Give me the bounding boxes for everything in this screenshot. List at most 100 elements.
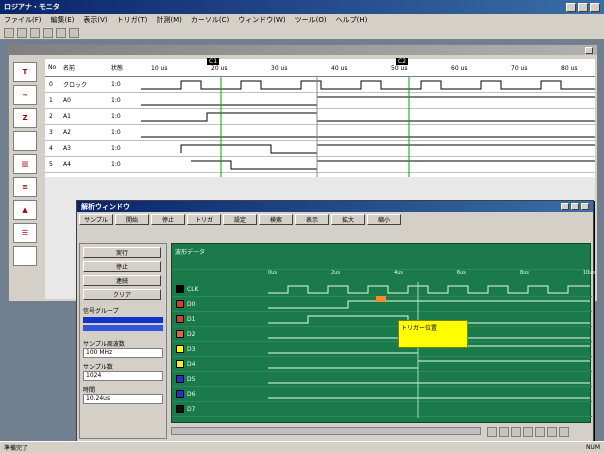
signal-name: D6: [187, 390, 196, 398]
list-icon[interactable]: ☰: [13, 223, 37, 243]
time-label: 時間: [83, 387, 96, 394]
trigger-button[interactable]: トリガ: [187, 214, 221, 225]
channel-no: 0: [49, 81, 53, 88]
zoom-out-icon[interactable]: [547, 427, 557, 437]
start-button[interactable]: 開始: [115, 214, 149, 225]
new-icon[interactable]: [4, 27, 14, 38]
channel-no: 1: [49, 97, 53, 104]
channel-name: A0: [63, 97, 71, 104]
cursor-c1-label[interactable]: C1: [207, 58, 220, 65]
signal-name: D3: [187, 345, 196, 353]
menu-file[interactable]: ファイル(F): [4, 15, 42, 25]
cut-icon[interactable]: [56, 27, 66, 38]
signal-color-swatch: [176, 315, 184, 323]
time-tick: 0us: [268, 270, 277, 276]
run-button[interactable]: 実行: [83, 247, 161, 258]
export-icon[interactable]: ▲: [13, 200, 37, 220]
menu-cursor[interactable]: カーソル(C): [191, 15, 229, 25]
next-icon[interactable]: [511, 427, 521, 437]
fit-icon[interactable]: [559, 427, 569, 437]
signal-color-swatch: [176, 390, 184, 398]
analysis-title: 解析ウィンドウ: [81, 202, 130, 211]
main-title-bar[interactable]: ロジアナ・モニタ: [0, 0, 604, 14]
cursor-c2-label[interactable]: C2: [396, 58, 409, 65]
waveform-title-bar[interactable]: [9, 45, 597, 55]
analysis-minimize-button[interactable]: [561, 203, 569, 210]
menu-help[interactable]: ヘルプ(H): [336, 15, 368, 25]
time-mark: 10 us: [151, 65, 168, 72]
halt-button[interactable]: 停止: [83, 261, 161, 272]
maximize-button[interactable]: [578, 2, 588, 12]
green-wave-traces: [268, 282, 590, 418]
time-field[interactable]: 10.24us: [83, 394, 163, 404]
zoom-in-icon[interactable]: [535, 427, 545, 437]
last-icon[interactable]: [523, 427, 533, 437]
first-icon[interactable]: [487, 427, 497, 437]
wave-icon[interactable]: ~: [13, 85, 37, 105]
signal-color-swatch: [176, 405, 184, 413]
chart-icon[interactable]: ▥: [13, 154, 37, 174]
channel-name: A4: [63, 161, 71, 168]
signal-name: D2: [187, 330, 196, 338]
main-toolbar: [0, 26, 604, 40]
zoom-icon[interactable]: Z: [13, 108, 37, 128]
signal-name: D5: [187, 375, 196, 383]
settings-button[interactable]: 設定: [223, 214, 257, 225]
count-field[interactable]: 1024: [83, 371, 163, 381]
waveform-display[interactable]: [141, 77, 595, 177]
status-bar: 準備完了 NUM: [0, 441, 604, 453]
analysis-close-button[interactable]: [581, 203, 589, 210]
blank-icon[interactable]: [13, 131, 37, 151]
analysis-maximize-button[interactable]: [571, 203, 579, 210]
group-bar: [83, 317, 163, 323]
menu-trigger[interactable]: トリガ(T): [117, 15, 148, 25]
horizontal-scrollbar[interactable]: [171, 427, 481, 435]
zoom-out-button[interactable]: 縮小: [367, 214, 401, 225]
menu-window[interactable]: ウィンドウ(W): [238, 15, 285, 25]
analysis-title-bar[interactable]: 解析ウィンドウ: [77, 201, 593, 212]
help-icon[interactable]: [69, 27, 79, 38]
channel-state: 1:0: [111, 113, 121, 120]
menu-view[interactable]: 表示(V): [83, 15, 107, 25]
channel-no: 4: [49, 145, 53, 152]
time-mark: 30 us: [271, 65, 288, 72]
continuous-button[interactable]: 連続: [83, 275, 161, 286]
signal-name: D1: [187, 315, 196, 323]
signal-name: D7: [187, 405, 196, 413]
menu-measure[interactable]: 計測(M): [156, 15, 182, 25]
time-tick: 10us: [582, 270, 595, 276]
stop-button[interactable]: 停止: [151, 214, 185, 225]
trigger-icon[interactable]: T: [13, 62, 37, 82]
waveform-close-button[interactable]: [585, 46, 593, 54]
time-tick: 2us: [330, 270, 340, 276]
green-waveform-area[interactable]: 波形データ 0us 2us 4us 6us 8us 10us CLK D0 D1…: [171, 243, 595, 423]
data-icon[interactable]: ≡: [13, 177, 37, 197]
settings-icon[interactable]: [13, 246, 37, 266]
signal-color-swatch: [176, 330, 184, 338]
menu-edit[interactable]: 編集(E): [51, 15, 75, 25]
trigger-annotation[interactable]: トリガー位置: [398, 320, 468, 348]
signal-color-swatch: [176, 375, 184, 383]
signal-name: D4: [187, 360, 196, 368]
menu-tools[interactable]: ツール(O): [295, 15, 327, 25]
display-button[interactable]: 表示: [295, 214, 329, 225]
prev-icon[interactable]: [499, 427, 509, 437]
channel-state: 1:0: [111, 161, 121, 168]
search-button[interactable]: 検索: [259, 214, 293, 225]
zoom-in-button[interactable]: 拡大: [331, 214, 365, 225]
sample-button[interactable]: サンプル: [79, 214, 113, 225]
freq-field[interactable]: 100 MHz: [83, 348, 163, 358]
time-mark: 80 us: [561, 65, 578, 72]
channel-list: 0 クロック 1:0 1 A0 1:0 2 A1 1:0 3 A2 1:0 4 A3 1:0 5 A4…: [45, 77, 595, 177]
channel-name: A1: [63, 113, 71, 120]
minimize-button[interactable]: [566, 2, 576, 12]
save-icon[interactable]: [30, 27, 40, 38]
menu-bar: ファイル(F) 編集(E) 表示(V) トリガ(T) 計測(M) カーソル(C)…: [0, 14, 604, 26]
clear-button[interactable]: クリア: [83, 289, 161, 300]
open-icon[interactable]: [17, 27, 27, 38]
marker-box: [376, 296, 386, 302]
print-icon[interactable]: [43, 27, 53, 38]
close-button[interactable]: [590, 2, 600, 12]
channel-no: 2: [49, 113, 53, 120]
channel-state: 1:0: [111, 81, 121, 88]
